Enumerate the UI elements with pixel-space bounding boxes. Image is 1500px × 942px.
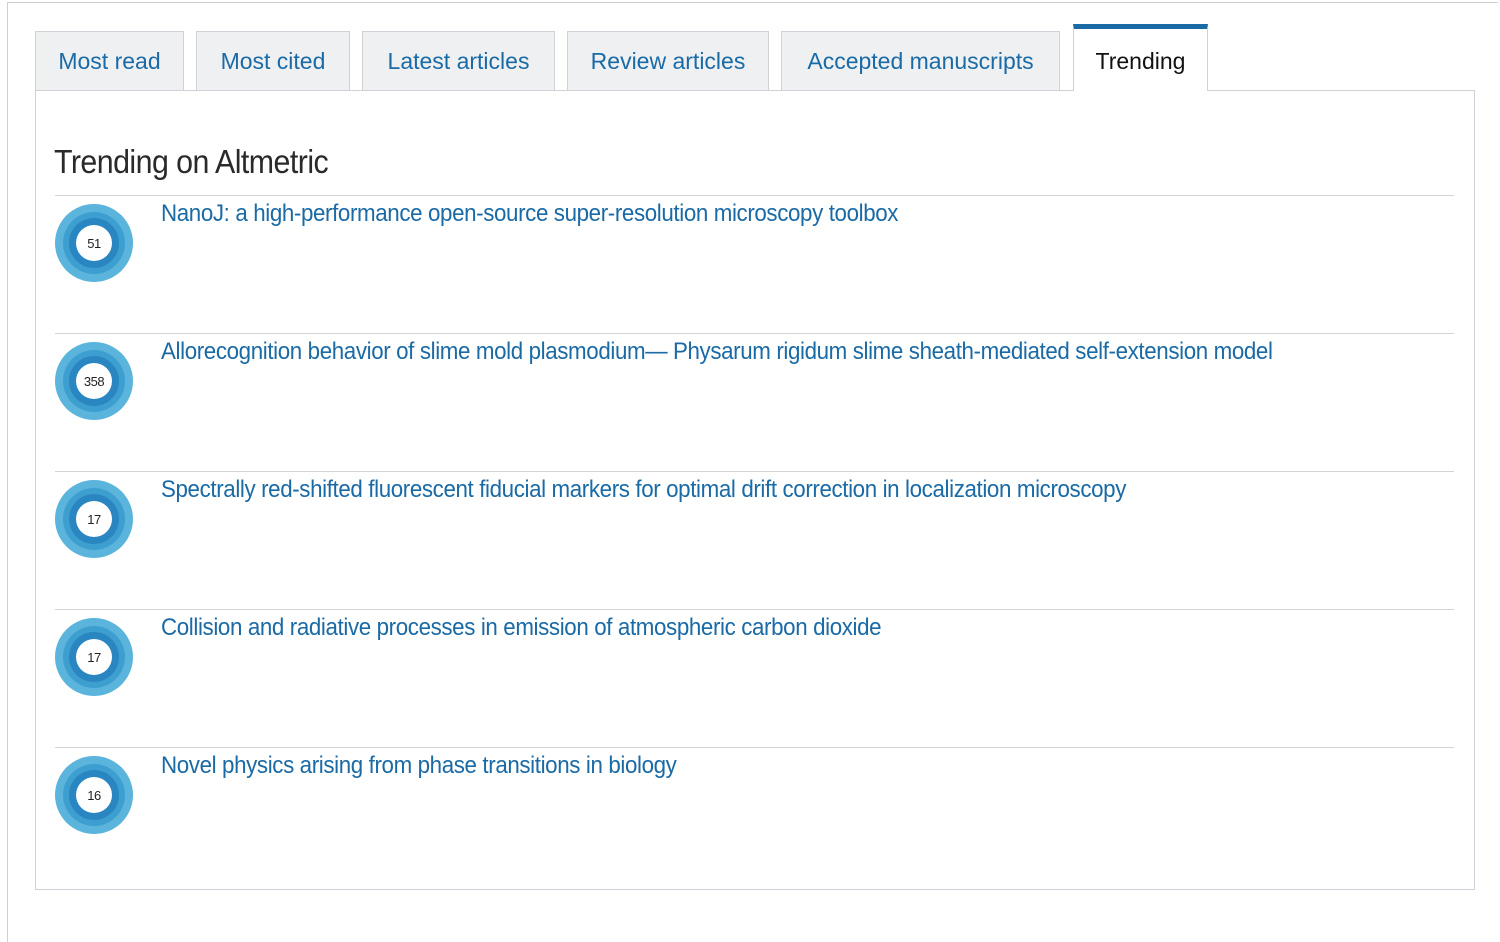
altmetric-donut-icon[interactable]: 16 — [55, 756, 133, 834]
list-item: 16 Novel physics arising from phase tran… — [55, 747, 1454, 885]
tab-latest-articles[interactable]: Latest articles — [362, 31, 555, 90]
trending-list: 51 NanoJ: a high-performance open-source… — [55, 195, 1454, 885]
altmetric-score: 17 — [87, 511, 101, 527]
altmetric-donut-icon[interactable]: 17 — [55, 618, 133, 696]
altmetric-score: 51 — [87, 235, 101, 251]
altmetric-score: 358 — [83, 373, 105, 389]
list-item: 51 NanoJ: a high-performance open-source… — [55, 195, 1454, 333]
altmetric-donut-icon[interactable]: 17 — [55, 480, 133, 558]
article-link[interactable]: Spectrally red-shifted fluorescent fiduc… — [161, 476, 1126, 504]
altmetric-score: 16 — [87, 787, 101, 803]
tab-review-articles[interactable]: Review articles — [567, 31, 769, 90]
article-link[interactable]: Collision and radiative processes in emi… — [161, 614, 882, 642]
list-item: 17 Collision and radiative processes in … — [55, 609, 1454, 747]
panel-title: Trending on Altmetric — [54, 143, 329, 180]
article-link[interactable]: Allorecognition behavior of slime mold p… — [161, 338, 1273, 366]
tab-trending[interactable]: Trending — [1073, 24, 1208, 91]
altmetric-score: 17 — [87, 649, 101, 665]
article-link[interactable]: NanoJ: a high-performance open-source su… — [161, 200, 898, 228]
tab-most-read[interactable]: Most read — [35, 31, 184, 90]
list-item: 358 Allorecognition behavior of slime mo… — [55, 333, 1454, 471]
trending-panel: Trending on Altmetric 51 NanoJ: a high-p… — [35, 90, 1475, 890]
altmetric-donut-icon[interactable]: 358 — [55, 342, 133, 420]
tab-most-cited[interactable]: Most cited — [196, 31, 350, 90]
list-item: 17 Spectrally red-shifted fluorescent fi… — [55, 471, 1454, 609]
article-link[interactable]: Novel physics arising from phase transit… — [161, 752, 677, 780]
altmetric-donut-icon[interactable]: 51 — [55, 204, 133, 282]
tab-accepted-manuscripts[interactable]: Accepted manuscripts — [781, 31, 1060, 90]
